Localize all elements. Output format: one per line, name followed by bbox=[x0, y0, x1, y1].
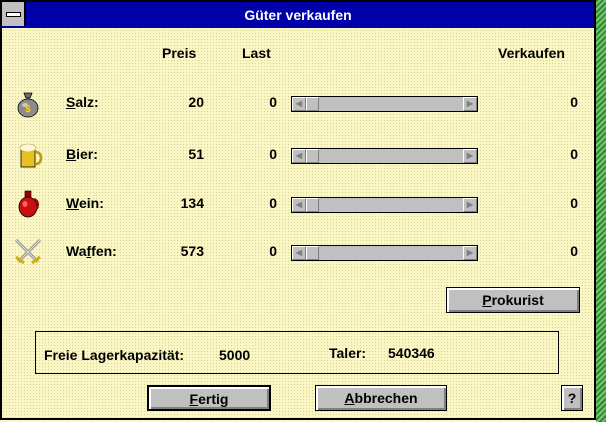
scroll-left-arrow-icon[interactable]: ◀ bbox=[292, 198, 306, 212]
svg-text:$: $ bbox=[25, 104, 30, 114]
scroll-thumb[interactable] bbox=[306, 198, 319, 212]
goods-name-salt: Salz: bbox=[66, 94, 99, 110]
goods-row-beer: Bier: 51 0 ◀ ▶ 0 bbox=[2, 140, 594, 170]
crossed-swords-icon bbox=[14, 238, 42, 265]
goods-row-wine: Wein: 134 0 ◀ ▶ 0 bbox=[2, 189, 594, 219]
scroll-right-arrow-icon[interactable]: ▶ bbox=[463, 97, 477, 111]
scroll-thumb[interactable] bbox=[306, 246, 319, 260]
load-value-beer: 0 bbox=[269, 146, 277, 162]
sell-value-beer: 0 bbox=[570, 146, 578, 162]
taler-label: Taler: bbox=[329, 345, 367, 361]
beer-mug-icon bbox=[19, 143, 43, 168]
sell-goods-dialog: Güter verkaufen Preis Last Verkaufen $ S… bbox=[0, 0, 596, 420]
scroll-right-arrow-icon[interactable]: ▶ bbox=[463, 246, 477, 260]
goods-row-salt: $ Salz: 20 0 ◀ ▶ 0 bbox=[2, 88, 594, 118]
price-value-wine: 134 bbox=[180, 195, 204, 211]
abbrechen-button[interactable]: Abbrechen bbox=[315, 385, 447, 411]
sell-scrollbar-salt[interactable]: ◀ ▶ bbox=[291, 96, 478, 112]
money-bag-icon: $ bbox=[17, 92, 39, 118]
scroll-right-arrow-icon[interactable]: ▶ bbox=[463, 198, 477, 212]
sell-column-header: Verkaufen bbox=[498, 45, 565, 61]
sell-value-weapons: 0 bbox=[570, 243, 578, 259]
sell-value-wine: 0 bbox=[570, 195, 578, 211]
load-value-weapons: 0 bbox=[269, 243, 277, 259]
goods-row-weapons: Waffen: 573 0 ◀ ▶ 0 bbox=[2, 237, 594, 267]
scroll-left-arrow-icon[interactable]: ◀ bbox=[292, 97, 306, 111]
sell-value-salt: 0 bbox=[570, 94, 578, 110]
scroll-thumb[interactable] bbox=[306, 97, 319, 111]
price-value-beer: 51 bbox=[188, 146, 204, 162]
scroll-left-arrow-icon[interactable]: ◀ bbox=[292, 246, 306, 260]
goods-name-weapons: Waffen: bbox=[66, 243, 117, 259]
goods-name-beer: Bier: bbox=[66, 146, 98, 162]
help-button[interactable]: ? bbox=[561, 385, 583, 411]
sell-scrollbar-weapons[interactable]: ◀ ▶ bbox=[291, 245, 478, 261]
scroll-right-arrow-icon[interactable]: ▶ bbox=[463, 149, 477, 163]
sell-scrollbar-beer[interactable]: ◀ ▶ bbox=[291, 148, 478, 164]
price-value-salt: 20 bbox=[188, 94, 204, 110]
window-title: Güter verkaufen bbox=[244, 7, 352, 23]
prokurist-button[interactable]: Prokurist bbox=[446, 287, 580, 313]
fertig-button[interactable]: Fertig bbox=[147, 385, 271, 411]
taler-value: 540346 bbox=[388, 345, 435, 361]
goods-name-wine: Wein: bbox=[66, 195, 104, 211]
system-menu-icon bbox=[6, 12, 21, 17]
load-column-header: Last bbox=[242, 45, 271, 61]
capacity-label: Freie Lagerkapazität: bbox=[44, 347, 185, 363]
wine-jug-icon bbox=[18, 190, 39, 218]
sell-scrollbar-wine[interactable]: ◀ ▶ bbox=[291, 197, 478, 213]
status-info-box: Freie Lagerkapazität: 5000 Taler: 540346 bbox=[35, 331, 559, 374]
system-menu-button[interactable] bbox=[2, 2, 26, 26]
capacity-value: 5000 bbox=[219, 347, 251, 363]
scroll-thumb[interactable] bbox=[306, 149, 319, 163]
load-value-wine: 0 bbox=[269, 195, 277, 211]
background-strip bbox=[596, 0, 606, 422]
title-bar: Güter verkaufen bbox=[2, 2, 594, 28]
scroll-left-arrow-icon[interactable]: ◀ bbox=[292, 149, 306, 163]
load-value-salt: 0 bbox=[269, 94, 277, 110]
price-value-weapons: 573 bbox=[180, 243, 204, 259]
price-column-header: Preis bbox=[162, 45, 197, 61]
